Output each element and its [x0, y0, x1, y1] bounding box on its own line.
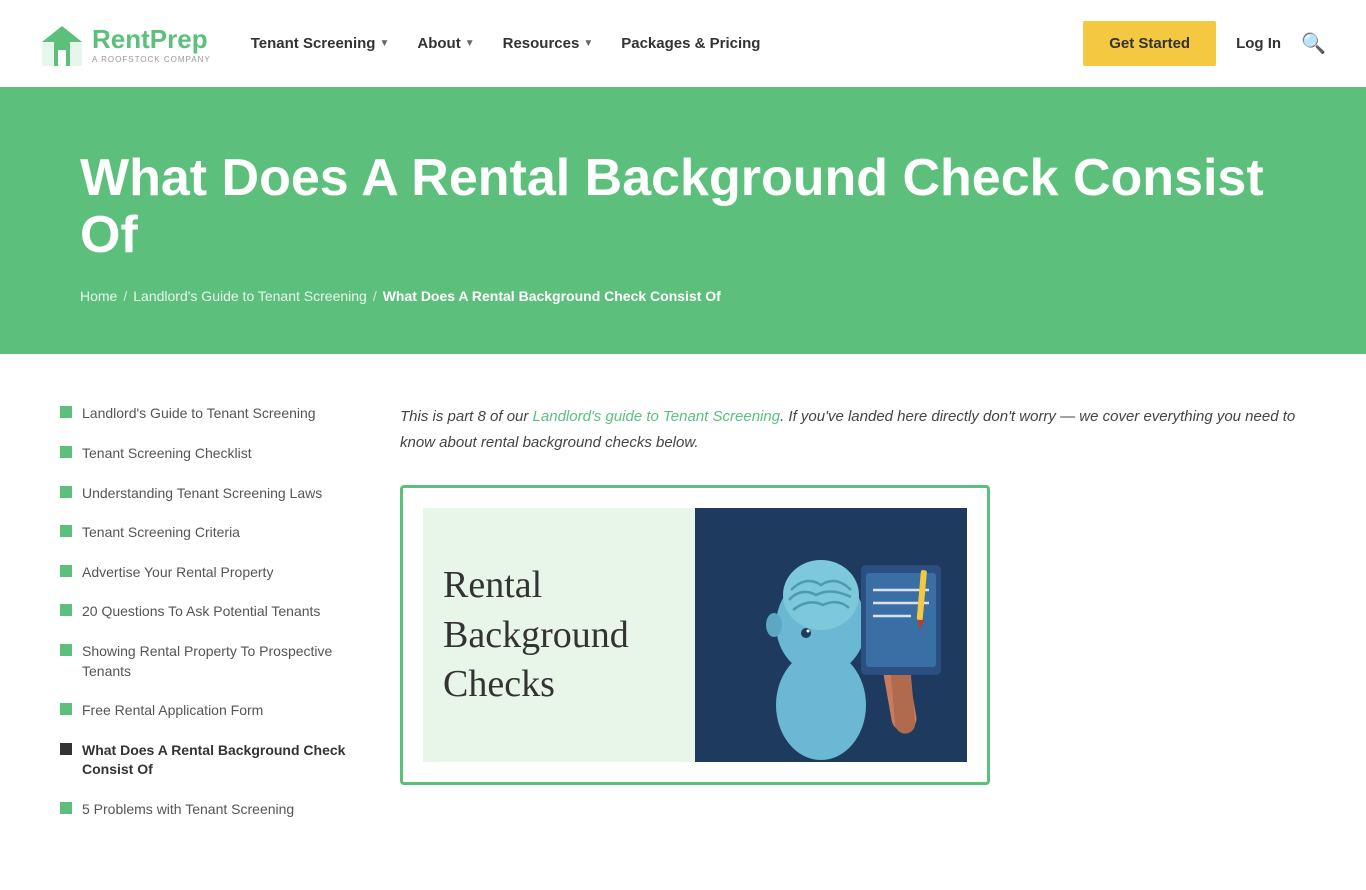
- logo-sub: A ROOFSTOCK COMPANY: [92, 55, 211, 64]
- search-icon[interactable]: 🔍: [1301, 31, 1326, 56]
- bullet-icon: [60, 565, 72, 577]
- image-content: Rental Background Checks: [403, 488, 987, 782]
- sidebar-item-20-questions[interactable]: 20 Questions To Ask Potential Tenants: [60, 602, 360, 622]
- sidebar-item-laws[interactable]: Understanding Tenant Screening Laws: [60, 484, 360, 504]
- sidebar-item-landlord-guide[interactable]: Landlord's Guide to Tenant Screening: [60, 404, 360, 424]
- sidebar-item-label: Landlord's Guide to Tenant Screening: [82, 404, 316, 424]
- sidebar-item-label: Tenant Screening Checklist: [82, 444, 252, 464]
- brain-illustration-svg: [711, 505, 951, 765]
- logo[interactable]: RentPrep A ROOFSTOCK COMPANY: [40, 22, 211, 66]
- bullet-icon: [60, 703, 72, 715]
- logo-text: RentPrep A ROOFSTOCK COMPANY: [92, 24, 211, 64]
- bullet-icon: [60, 644, 72, 656]
- nav-item-resources[interactable]: Resources ▼: [493, 27, 604, 60]
- logo-brand: RentPrep: [92, 24, 211, 55]
- content-area: Landlord's Guide to Tenant Screening Ten…: [0, 354, 1366, 889]
- image-line-1: Rental: [443, 561, 675, 610]
- sidebar: Landlord's Guide to Tenant Screening Ten…: [60, 404, 400, 839]
- sidebar-item-label: Showing Rental Property To Prospective T…: [82, 642, 360, 681]
- sidebar-item-label: Tenant Screening Criteria: [82, 523, 240, 543]
- bullet-icon: [60, 406, 72, 418]
- sidebar-item-application[interactable]: Free Rental Application Form: [60, 701, 360, 721]
- nav-item-packages[interactable]: Packages & Pricing: [611, 27, 770, 60]
- sidebar-item-background-check[interactable]: What Does A Rental Background Check Cons…: [60, 741, 360, 780]
- nav-links: Tenant Screening ▼ About ▼ Resources ▼ P…: [241, 27, 771, 60]
- sidebar-list: Landlord's Guide to Tenant Screening Ten…: [60, 404, 360, 819]
- nav-item-about[interactable]: About ▼: [407, 27, 484, 60]
- intro-text-part1: This is part 8 of our: [400, 408, 533, 425]
- chevron-down-icon: ▼: [583, 38, 593, 49]
- chevron-down-icon: ▼: [465, 38, 475, 49]
- bullet-icon: [60, 743, 72, 755]
- bullet-icon: [60, 446, 72, 458]
- chevron-down-icon: ▼: [379, 38, 389, 49]
- sidebar-item-label: What Does A Rental Background Check Cons…: [82, 741, 360, 780]
- sidebar-item-showing[interactable]: Showing Rental Property To Prospective T…: [60, 642, 360, 681]
- sidebar-item-criteria[interactable]: Tenant Screening Criteria: [60, 523, 360, 543]
- image-line-2: Background: [443, 611, 675, 660]
- nav-item-tenant-screening[interactable]: Tenant Screening ▼: [241, 27, 400, 60]
- hero-banner: What Does A Rental Background Check Cons…: [0, 90, 1366, 354]
- bullet-icon: [60, 802, 72, 814]
- breadcrumb-home[interactable]: Home: [80, 288, 117, 304]
- sidebar-item-label: Understanding Tenant Screening Laws: [82, 484, 322, 504]
- featured-image: Rental Background Checks: [400, 485, 990, 785]
- breadcrumb-separator: /: [123, 288, 127, 304]
- sidebar-item-label: 5 Problems with Tenant Screening: [82, 800, 294, 820]
- sidebar-item-problems[interactable]: 5 Problems with Tenant Screening: [60, 800, 360, 820]
- breadcrumb-current: What Does A Rental Background Check Cons…: [383, 288, 721, 304]
- nav-right: Get Started Log In 🔍: [1083, 21, 1326, 66]
- breadcrumb-separator-2: /: [373, 288, 377, 304]
- breadcrumb-guide[interactable]: Landlord's Guide to Tenant Screening: [133, 288, 367, 304]
- bullet-icon: [60, 486, 72, 498]
- bullet-icon: [60, 525, 72, 537]
- image-line-3: Checks: [443, 660, 675, 709]
- navigation: RentPrep A ROOFSTOCK COMPANY Tenant Scre…: [0, 0, 1366, 90]
- sidebar-item-checklist[interactable]: Tenant Screening Checklist: [60, 444, 360, 464]
- image-illustration: [695, 508, 967, 762]
- sidebar-item-label: Free Rental Application Form: [82, 701, 263, 721]
- main-content: This is part 8 of our Landlord's guide t…: [400, 404, 1306, 839]
- sidebar-item-label: 20 Questions To Ask Potential Tenants: [82, 602, 320, 622]
- intro-paragraph: This is part 8 of our Landlord's guide t…: [400, 404, 1306, 455]
- image-text-overlay: Rental Background Checks: [423, 508, 695, 762]
- nav-left: RentPrep A ROOFSTOCK COMPANY Tenant Scre…: [40, 22, 770, 66]
- get-started-button[interactable]: Get Started: [1083, 21, 1216, 66]
- sidebar-item-advertise[interactable]: Advertise Your Rental Property: [60, 563, 360, 583]
- page-title: What Does A Rental Background Check Cons…: [80, 150, 1286, 264]
- breadcrumb: Home / Landlord's Guide to Tenant Screen…: [80, 288, 1286, 304]
- sidebar-item-label: Advertise Your Rental Property: [82, 563, 273, 583]
- intro-link[interactable]: Landlord's guide to Tenant Screening: [533, 408, 781, 425]
- bullet-icon: [60, 604, 72, 616]
- logo-icon: [40, 22, 84, 66]
- login-link[interactable]: Log In: [1236, 35, 1281, 52]
